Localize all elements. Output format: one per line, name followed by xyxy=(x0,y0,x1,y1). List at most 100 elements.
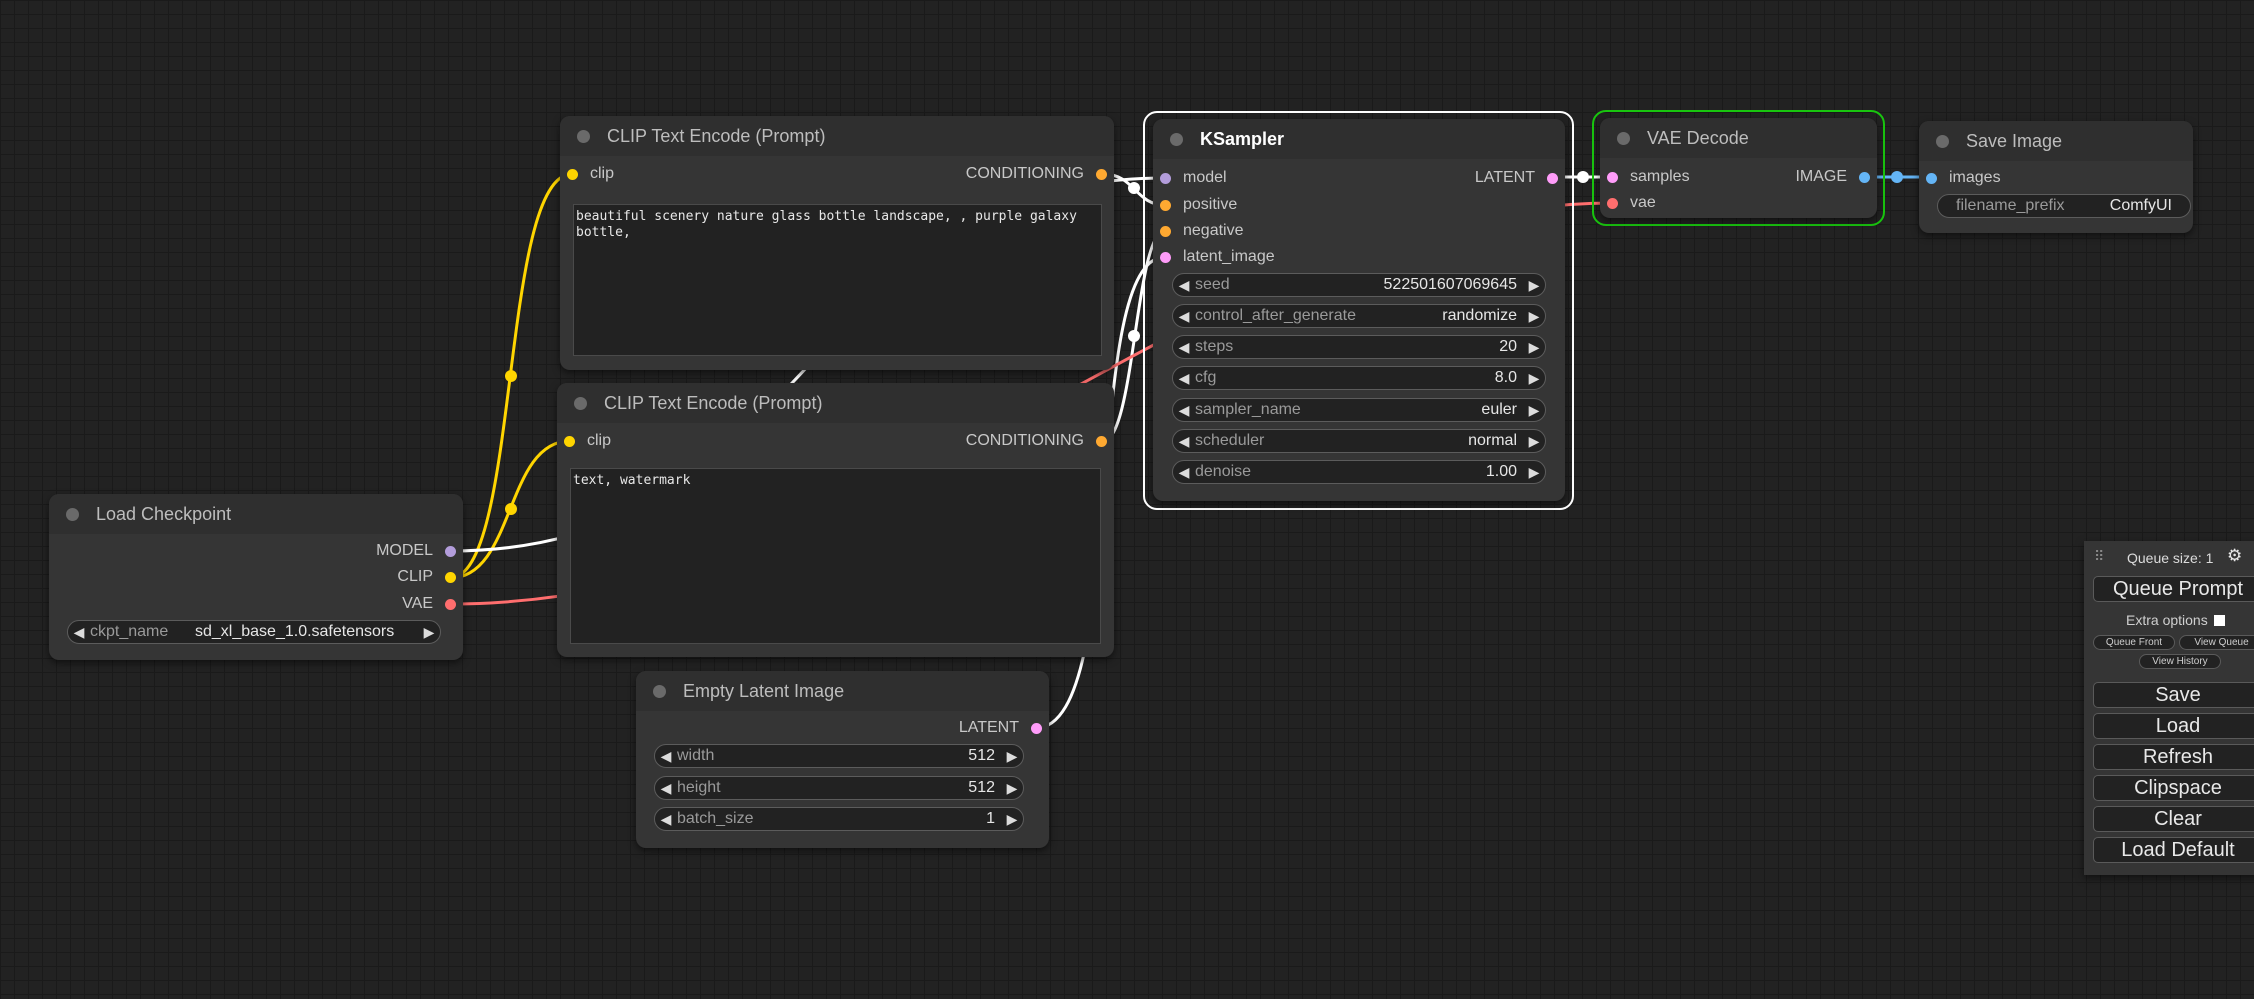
node-title-bar[interactable]: Save Image xyxy=(1919,121,2193,161)
collapse-dot-icon[interactable] xyxy=(66,507,79,521)
load-button[interactable]: Load xyxy=(2093,713,2254,739)
slot-dot-icon[interactable] xyxy=(1160,172,1171,184)
arrow-right-icon[interactable]: ▶ xyxy=(1523,433,1545,450)
collapse-dot-icon[interactable] xyxy=(574,396,587,410)
height-widget[interactable]: ◀ height 512 ▶ xyxy=(654,776,1024,800)
slot-dot-icon[interactable] xyxy=(1607,197,1618,209)
slot-dot-icon[interactable] xyxy=(1031,722,1042,734)
arrow-left-icon[interactable]: ◀ xyxy=(1173,464,1195,481)
load-default-button[interactable]: Load Default xyxy=(2093,837,2254,863)
ksampler-node[interactable]: KSampler model positive negative latent_… xyxy=(1153,119,1565,501)
arrow-left-icon[interactable]: ◀ xyxy=(1173,433,1195,450)
clear-button[interactable]: Clear xyxy=(2093,806,2254,832)
slot-dot-icon[interactable] xyxy=(1096,435,1107,447)
slot-dot-icon[interactable] xyxy=(1160,199,1171,211)
load-checkpoint-node[interactable]: Load Checkpoint MODEL CLIP VAE ◀ ckpt_na… xyxy=(49,494,463,660)
filename-prefix-widget[interactable]: filename_prefix ComfyUI xyxy=(1937,194,2191,218)
ckpt-name-combo[interactable]: ◀ ckpt_name sd_xl_base_1.0.safetensors ▶ xyxy=(67,620,441,644)
output-slot-vae[interactable]: VAE xyxy=(402,594,456,614)
slot-dot-icon[interactable] xyxy=(1859,171,1870,183)
arrow-left-icon[interactable]: ◀ xyxy=(655,748,677,765)
collapse-dot-icon[interactable] xyxy=(1617,131,1630,145)
queue-front-button[interactable]: Queue Front xyxy=(2093,635,2175,650)
extra-options-toggle[interactable]: Extra options xyxy=(2126,612,2225,628)
seed-widget[interactable]: ◀ seed 522501607069645 ▶ xyxy=(1172,273,1546,297)
arrow-left-icon[interactable]: ◀ xyxy=(1173,402,1195,419)
slot-dot-icon[interactable] xyxy=(445,545,456,557)
input-slot-vae[interactable]: vae xyxy=(1607,193,1656,213)
empty-latent-image-node[interactable]: Empty Latent Image LATENT ◀ width 512 ▶ … xyxy=(636,671,1049,848)
node-title-bar[interactable]: CLIP Text Encode (Prompt) xyxy=(557,383,1114,423)
refresh-button[interactable]: Refresh xyxy=(2093,744,2254,770)
sampler-name-widget[interactable]: ◀ sampler_name euler ▶ xyxy=(1172,398,1546,422)
output-slot-latent[interactable]: LATENT xyxy=(1475,168,1558,188)
slot-dot-icon[interactable] xyxy=(1160,225,1171,237)
output-slot-latent[interactable]: LATENT xyxy=(959,718,1042,738)
view-history-button[interactable]: View History xyxy=(2139,654,2221,669)
arrow-right-icon[interactable]: ▶ xyxy=(1523,339,1545,356)
arrow-left-icon[interactable]: ◀ xyxy=(68,624,90,641)
collapse-dot-icon[interactable] xyxy=(577,129,590,143)
arrow-right-icon[interactable]: ▶ xyxy=(1523,308,1545,325)
save-image-node[interactable]: Save Image images filename_prefix ComfyU… xyxy=(1919,121,2193,233)
arrow-left-icon[interactable]: ◀ xyxy=(1173,370,1195,387)
control-after-generate-widget[interactable]: ◀ control_after_generate randomize ▶ xyxy=(1172,304,1546,328)
slot-dot-icon[interactable] xyxy=(1547,172,1558,184)
output-slot-image[interactable]: IMAGE xyxy=(1795,167,1870,187)
prompt-textarea[interactable]: text, watermark xyxy=(570,468,1101,644)
input-slot-samples[interactable]: samples xyxy=(1607,167,1690,187)
arrow-right-icon[interactable]: ▶ xyxy=(1523,402,1545,419)
arrow-right-icon[interactable]: ▶ xyxy=(1001,780,1023,797)
slot-dot-icon[interactable] xyxy=(1607,171,1618,183)
input-slot-model[interactable]: model xyxy=(1160,168,1227,188)
slot-dot-icon[interactable] xyxy=(445,598,456,610)
clip-text-encode-negative-node[interactable]: CLIP Text Encode (Prompt) clip CONDITION… xyxy=(557,383,1114,657)
arrow-right-icon[interactable]: ▶ xyxy=(1523,277,1545,294)
width-widget[interactable]: ◀ width 512 ▶ xyxy=(654,744,1024,768)
output-slot-clip[interactable]: CLIP xyxy=(397,567,456,587)
output-slot-conditioning[interactable]: CONDITIONING xyxy=(966,164,1107,184)
gear-icon[interactable]: ⚙ xyxy=(2227,546,2242,566)
node-title-bar[interactable]: CLIP Text Encode (Prompt) xyxy=(560,116,1114,156)
vae-decode-node[interactable]: VAE Decode samples vae IMAGE xyxy=(1600,118,1877,218)
slot-dot-icon[interactable] xyxy=(1096,168,1107,180)
steps-widget[interactable]: ◀ steps 20 ▶ xyxy=(1172,335,1546,359)
arrow-left-icon[interactable]: ◀ xyxy=(655,780,677,797)
collapse-dot-icon[interactable] xyxy=(653,684,666,698)
slot-dot-icon[interactable] xyxy=(1926,172,1937,184)
scheduler-widget[interactable]: ◀ scheduler normal ▶ xyxy=(1172,429,1546,453)
extra-options-checkbox[interactable] xyxy=(2213,614,2225,626)
input-slot-latent-image[interactable]: latent_image xyxy=(1160,247,1275,267)
arrow-left-icon[interactable]: ◀ xyxy=(1173,308,1195,325)
input-slot-positive[interactable]: positive xyxy=(1160,195,1237,215)
arrow-left-icon[interactable]: ◀ xyxy=(655,811,677,828)
slot-dot-icon[interactable] xyxy=(1160,251,1171,263)
input-slot-negative[interactable]: negative xyxy=(1160,221,1244,241)
slot-dot-icon[interactable] xyxy=(564,435,575,447)
queue-panel[interactable]: ⠿ Queue size: 1 ⚙ Queue Prompt Extra opt… xyxy=(2084,541,2254,875)
clip-text-encode-positive-node[interactable]: CLIP Text Encode (Prompt) clip CONDITION… xyxy=(560,116,1114,370)
arrow-right-icon[interactable]: ▶ xyxy=(1523,464,1545,481)
node-title-bar[interactable]: VAE Decode xyxy=(1600,118,1877,158)
cfg-widget[interactable]: ◀ cfg 8.0 ▶ xyxy=(1172,366,1546,390)
input-slot-images[interactable]: images xyxy=(1926,168,2001,188)
output-slot-model[interactable]: MODEL xyxy=(376,541,456,561)
arrow-left-icon[interactable]: ◀ xyxy=(1173,277,1195,294)
input-slot-clip[interactable]: clip xyxy=(567,164,614,184)
arrow-right-icon[interactable]: ▶ xyxy=(1523,370,1545,387)
output-slot-conditioning[interactable]: CONDITIONING xyxy=(966,431,1107,451)
arrow-right-icon[interactable]: ▶ xyxy=(418,624,440,641)
input-slot-clip[interactable]: clip xyxy=(564,431,611,451)
arrow-left-icon[interactable]: ◀ xyxy=(1173,339,1195,356)
collapse-dot-icon[interactable] xyxy=(1936,134,1949,148)
arrow-right-icon[interactable]: ▶ xyxy=(1001,811,1023,828)
prompt-textarea[interactable]: beautiful scenery nature glass bottle la… xyxy=(573,204,1102,356)
queue-prompt-button[interactable]: Queue Prompt xyxy=(2093,576,2254,602)
arrow-right-icon[interactable]: ▶ xyxy=(1001,748,1023,765)
collapse-dot-icon[interactable] xyxy=(1170,132,1183,146)
denoise-widget[interactable]: ◀ denoise 1.00 ▶ xyxy=(1172,460,1546,484)
node-title-bar[interactable]: Empty Latent Image xyxy=(636,671,1049,711)
batch-size-widget[interactable]: ◀ batch_size 1 ▶ xyxy=(654,807,1024,831)
view-queue-button[interactable]: View Queue xyxy=(2179,635,2254,650)
save-button[interactable]: Save xyxy=(2093,682,2254,708)
